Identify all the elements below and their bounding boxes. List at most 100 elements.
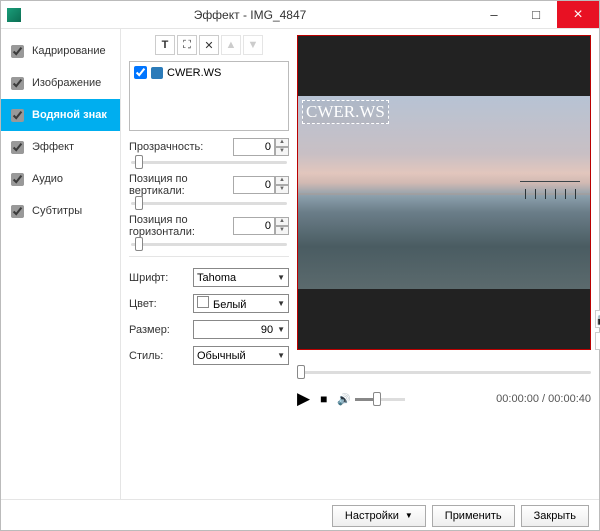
hpos-row: Позиция по горизонтали: ▲▼ — [129, 214, 289, 248]
sidebar-check-image[interactable] — [11, 77, 24, 90]
vpos-label: Позиция по вертикали: — [129, 173, 233, 197]
opacity-row: Прозрачность: ▲▼ — [129, 138, 289, 166]
opacity-input[interactable] — [233, 138, 275, 156]
close-dialog-button[interactable]: Закрыть — [521, 505, 589, 527]
slider-thumb[interactable] — [135, 155, 143, 169]
slider-thumb[interactable] — [135, 196, 143, 210]
watermark-list[interactable]: CWER.WS — [129, 61, 289, 131]
sidebar-check-crop[interactable] — [11, 45, 24, 58]
preview-frame[interactable]: CWER.WS — [297, 35, 591, 350]
hpos-label: Позиция по горизонтали: — [129, 214, 233, 238]
slider-thumb[interactable] — [135, 237, 143, 251]
sidebar-check-audio[interactable] — [11, 173, 24, 186]
spin-up-icon[interactable]: ▲ — [275, 138, 289, 147]
add-text-button[interactable]: T — [155, 35, 175, 55]
play-button[interactable]: ▶ — [297, 389, 310, 409]
vpos-spinner[interactable]: ▲▼ — [233, 176, 289, 194]
letterbox — [298, 289, 590, 349]
sidebar-item-image[interactable]: Изображение — [1, 67, 120, 99]
opacity-slider[interactable] — [131, 161, 287, 164]
color-row: Цвет: Белый▼ — [129, 294, 289, 313]
vpos-row: Позиция по вертикали: ▲▼ — [129, 173, 289, 207]
font-row: Шрифт: Tahoma▼ — [129, 268, 289, 287]
sidebar-label: Изображение — [32, 77, 101, 89]
text-watermark-icon — [151, 67, 163, 79]
preview-pane: CWER.WS 📷 ⧉ ▶ ■ 🔊 00:00:00 / 00:00:40 — [297, 29, 599, 499]
sidebar-check-subtitles[interactable] — [11, 205, 24, 218]
vpos-slider[interactable] — [131, 202, 287, 205]
timeline-thumb[interactable] — [297, 365, 305, 379]
style-combo[interactable]: Обычный▼ — [193, 346, 289, 365]
chevron-down-icon: ▼ — [277, 325, 285, 334]
hpos-input[interactable] — [233, 217, 275, 235]
size-combo[interactable]: 90▼ — [193, 320, 289, 339]
settings-button[interactable]: Настройки▼ — [332, 505, 426, 527]
spin-down-icon[interactable]: ▼ — [275, 147, 289, 156]
timeline-track[interactable] — [297, 371, 591, 374]
add-image-button[interactable]: ⛶ — [177, 35, 197, 55]
sidebar-item-subtitles[interactable]: Субтитры — [1, 195, 120, 227]
stop-button[interactable]: ■ — [320, 392, 327, 406]
hpos-slider[interactable] — [131, 243, 287, 246]
window-buttons: – □ × — [473, 1, 599, 28]
player-controls: ▶ ■ 🔊 00:00:00 / 00:00:40 — [297, 386, 591, 412]
maximize-button[interactable]: □ — [515, 1, 557, 28]
apply-button[interactable]: Применить — [432, 505, 515, 527]
color-swatch — [197, 296, 209, 308]
letterbox — [298, 36, 590, 96]
color-combo[interactable]: Белый▼ — [193, 294, 289, 313]
delete-button[interactable]: ✕ — [199, 35, 219, 55]
spin-up-icon[interactable]: ▲ — [275, 217, 289, 226]
style-label: Стиль: — [129, 350, 163, 362]
spin-down-icon[interactable]: ▼ — [275, 226, 289, 235]
sidebar-item-effect[interactable]: Эффект — [1, 131, 120, 163]
sidebar-item-watermark[interactable]: Водяной знак — [1, 99, 120, 131]
font-combo[interactable]: Tahoma▼ — [193, 268, 289, 287]
window-title: Эффект - IMG_4847 — [27, 8, 473, 22]
volume-slider[interactable] — [355, 398, 405, 401]
content: Кадрирование Изображение Водяной знак Эф… — [1, 29, 599, 499]
minimize-button[interactable]: – — [473, 1, 515, 28]
preview-tools: 📷 ⧉ — [595, 310, 600, 350]
sidebar: Кадрирование Изображение Водяной знак Эф… — [1, 29, 121, 499]
move-down-button[interactable]: ▼ — [243, 35, 263, 55]
sidebar-label: Кадрирование — [32, 45, 106, 57]
chevron-down-icon: ▼ — [277, 351, 285, 360]
chevron-down-icon: ▼ — [277, 273, 285, 282]
color-label: Цвет: — [129, 298, 157, 310]
footer: Настройки▼ Применить Закрыть — [1, 499, 599, 531]
sidebar-item-crop[interactable]: Кадрирование — [1, 35, 120, 67]
watermark-toolbar: T ⛶ ✕ ▲ ▼ — [129, 35, 289, 55]
compare-button[interactable]: ⧉ — [595, 332, 600, 350]
divider — [129, 256, 289, 257]
pier — [520, 189, 580, 199]
volume-icon[interactable]: 🔊 — [337, 393, 351, 406]
chevron-down-icon: ▼ — [405, 511, 413, 520]
time-current: 00:00:00 — [496, 393, 539, 405]
spin-down-icon[interactable]: ▼ — [275, 185, 289, 194]
close-button[interactable]: × — [557, 1, 599, 28]
vpos-input[interactable] — [233, 176, 275, 194]
time-display: 00:00:00 / 00:00:40 — [496, 393, 591, 405]
opacity-label: Прозрачность: — [129, 141, 203, 153]
move-up-button[interactable]: ▲ — [221, 35, 241, 55]
hpos-spinner[interactable]: ▲▼ — [233, 217, 289, 235]
sidebar-item-audio[interactable]: Аудио — [1, 163, 120, 195]
list-item[interactable]: CWER.WS — [134, 66, 284, 79]
volume-thumb[interactable] — [373, 392, 381, 406]
sidebar-check-effect[interactable] — [11, 141, 24, 154]
titlebar: Эффект - IMG_4847 – □ × — [1, 1, 599, 29]
watermark-overlay[interactable]: CWER.WS — [302, 100, 389, 124]
snapshot-button[interactable]: 📷 — [595, 310, 600, 328]
size-row: Размер: 90▼ — [129, 320, 289, 339]
timeline[interactable] — [297, 362, 591, 382]
preview-image — [298, 96, 590, 289]
chevron-down-icon: ▼ — [277, 299, 285, 308]
app-icon — [7, 8, 21, 22]
opacity-spinner[interactable]: ▲▼ — [233, 138, 289, 156]
sidebar-check-watermark[interactable] — [11, 109, 24, 122]
list-item-check[interactable] — [134, 66, 147, 79]
size-label: Размер: — [129, 324, 170, 336]
spin-up-icon[interactable]: ▲ — [275, 176, 289, 185]
volume-control: 🔊 — [337, 393, 405, 406]
